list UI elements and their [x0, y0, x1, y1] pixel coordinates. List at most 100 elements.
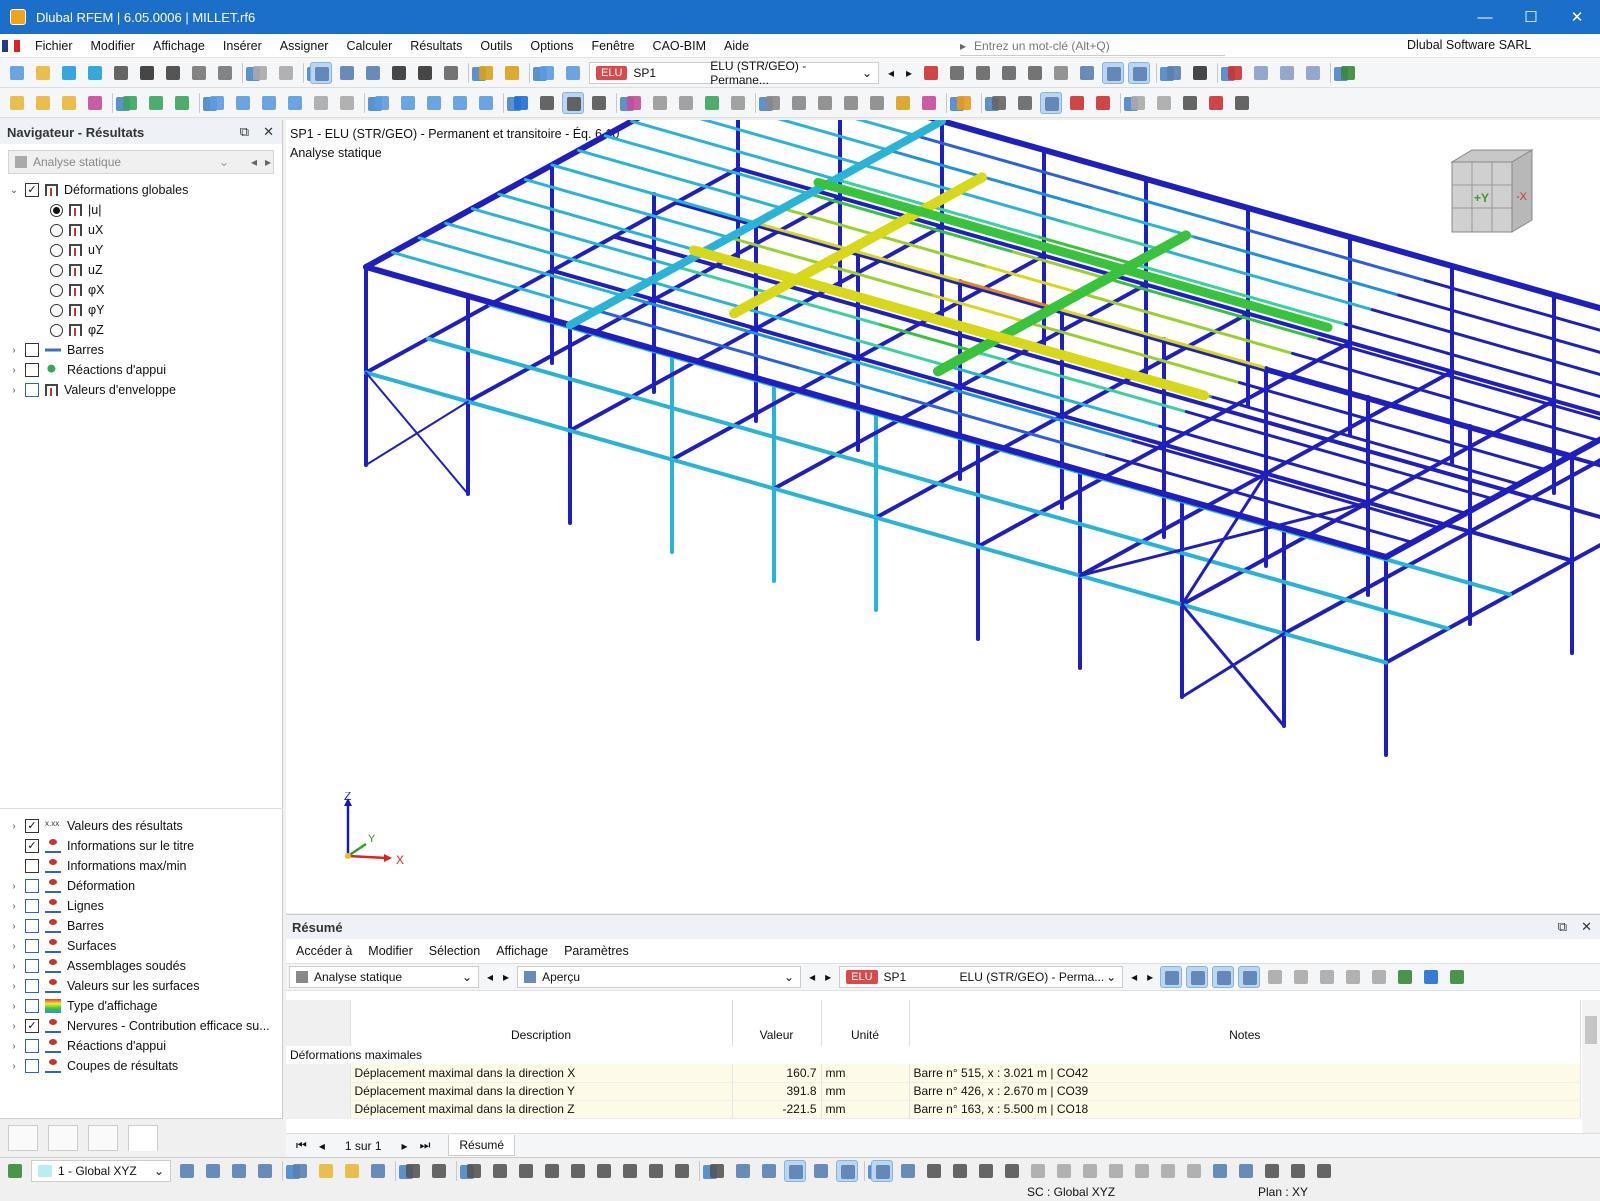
chevron-right-icon[interactable]: › — [8, 981, 20, 992]
checkbox[interactable] — [25, 959, 39, 973]
box-icon[interactable] — [1250, 62, 1272, 84]
snap-points-icon[interactable] — [758, 1160, 780, 1182]
display-item-info-maxmin[interactable]: Informations max/min — [0, 856, 283, 876]
coordinate-system-icon[interactable] — [1337, 62, 1359, 84]
line-support-icon[interactable] — [145, 92, 167, 114]
col-valeur[interactable]: Valeur — [732, 1000, 822, 1046]
radio[interactable] — [50, 303, 63, 317]
support-icon[interactable] — [119, 92, 141, 114]
target-icon[interactable] — [1105, 1160, 1127, 1182]
lines-view-icon[interactable] — [341, 1160, 363, 1182]
display-item-reactions[interactable]: › Réactions d'appui — [0, 1036, 283, 1056]
midpoint-icon[interactable] — [1157, 1160, 1179, 1182]
columns-icon[interactable] — [1368, 966, 1390, 988]
tables-icon[interactable] — [336, 62, 358, 84]
checkbox[interactable] — [25, 1059, 39, 1073]
next-arrow-icon[interactable]: ▸ — [825, 970, 831, 984]
frame-view-icon[interactable] — [562, 91, 584, 114]
chevron-down-icon[interactable]: ⌄ — [8, 185, 20, 196]
checkbox[interactable] — [25, 343, 39, 357]
dimension-line-icon[interactable] — [463, 1160, 485, 1182]
intersection-icon[interactable] — [1131, 1160, 1153, 1182]
perpendicular-icon[interactable] — [1001, 1160, 1023, 1182]
table-row[interactable]: Déplacement maximal dans la direction Y … — [286, 1082, 1581, 1101]
script-icon[interactable] — [414, 62, 436, 84]
surface-view-icon[interactable] — [254, 1160, 276, 1182]
undock-icon[interactable]: ⧉ — [1558, 919, 1567, 935]
symmetry-icon[interactable] — [1179, 92, 1201, 114]
snap-grid-icon[interactable] — [732, 1160, 754, 1182]
grid-snap-icon[interactable] — [988, 92, 1010, 114]
line-style-icon[interactable] — [762, 92, 784, 114]
box-wire-icon[interactable] — [1302, 62, 1324, 84]
square-icon[interactable] — [923, 1160, 945, 1182]
next-arrow-icon[interactable]: ▸ — [503, 970, 509, 984]
snap-lines-icon[interactable] — [810, 1160, 832, 1182]
menu-aide[interactable]: Aide — [715, 39, 758, 53]
load-icon[interactable] — [206, 92, 228, 114]
show-results-icon[interactable] — [1212, 966, 1235, 988]
member-icon[interactable] — [58, 92, 80, 114]
scale-icon[interactable] — [1189, 62, 1211, 84]
link-icon[interactable] — [1160, 966, 1183, 988]
node-icon[interactable] — [6, 92, 28, 114]
move-icon[interactable] — [336, 92, 358, 114]
line-style-2-icon[interactable] — [788, 92, 810, 114]
open-folder-icon[interactable] — [32, 62, 54, 84]
numbering-icon[interactable] — [289, 1160, 311, 1182]
menu-options[interactable]: Options — [521, 39, 582, 53]
checkbox[interactable] — [25, 819, 39, 833]
print-preview-icon[interactable] — [110, 62, 132, 84]
tree-item-phiy[interactable]: φY — [0, 300, 283, 320]
checkbox[interactable] — [25, 899, 39, 913]
menu-calculer[interactable]: Calculer — [337, 39, 401, 53]
last-page-icon[interactable]: ⏭ — [420, 1138, 431, 1153]
box-transparent-icon[interactable] — [1276, 62, 1298, 84]
model-viewport[interactable]: SP1 - ELU (STR/GEO) - Permanent et trans… — [286, 120, 1600, 913]
surface-results-icon[interactable] — [649, 92, 671, 114]
summary-menu-selection[interactable]: Sélection — [421, 944, 488, 958]
menu-outils[interactable]: Outils — [471, 39, 521, 53]
save-icon[interactable] — [136, 62, 158, 84]
dimension-icon[interactable] — [371, 92, 393, 114]
checkbox[interactable] — [25, 383, 39, 397]
next-page-icon[interactable]: ▸ — [402, 1139, 408, 1153]
box-x-icon[interactable] — [975, 1160, 997, 1182]
menu-fenetre[interactable]: Fenêtre — [582, 39, 643, 53]
tree-item-ux[interactable]: uX — [0, 220, 283, 240]
endpoint-icon[interactable] — [1183, 1160, 1205, 1182]
table-3-icon[interactable] — [1316, 966, 1338, 988]
surface-icon[interactable] — [84, 92, 106, 114]
member-view-icon[interactable] — [176, 1160, 198, 1182]
display-item-deformation[interactable]: › Déformation — [0, 876, 283, 896]
copy-icon[interactable] — [310, 92, 332, 114]
frame-icon[interactable] — [258, 92, 280, 114]
chevron-right-icon[interactable]: › — [8, 901, 20, 912]
line-icon[interactable] — [32, 92, 54, 114]
display-item-assemblages[interactable]: › Assemblages soudés — [0, 956, 283, 976]
display-item-valeurs-surfaces[interactable]: › Valeurs sur les surfaces — [0, 976, 283, 996]
chevron-right-icon[interactable]: › — [8, 1061, 20, 1072]
menu-cao-bim[interactable]: CAO-BIM — [644, 39, 715, 53]
deformation-icon[interactable] — [998, 62, 1020, 84]
summary-view-select[interactable]: Aperçu ⌄ — [517, 966, 802, 988]
highlight-icon[interactable] — [892, 92, 914, 114]
chevron-right-icon[interactable]: › — [8, 1021, 20, 1032]
circle-x-icon[interactable] — [949, 1160, 971, 1182]
select-icon[interactable] — [402, 1160, 424, 1182]
undock-icon[interactable]: ⧉ — [240, 124, 249, 140]
checkbox[interactable] — [25, 979, 39, 993]
delete-results-icon[interactable] — [1224, 62, 1246, 84]
summary-menu-acceder[interactable]: Accéder à — [288, 944, 360, 958]
chevron-right-icon[interactable]: › — [8, 345, 20, 356]
list-icon[interactable] — [440, 62, 462, 84]
results-tab-icon[interactable] — [128, 1124, 158, 1151]
console-icon[interactable] — [388, 62, 410, 84]
document-icon[interactable] — [214, 62, 236, 84]
data-tab-icon[interactable] — [8, 1124, 38, 1151]
close-button[interactable]: ✕ — [1554, 0, 1600, 34]
tree-item-uy[interactable]: uY — [0, 240, 283, 260]
next-arrow-icon[interactable]: ▸ — [906, 66, 912, 80]
tree-item-phix[interactable]: φX — [0, 280, 283, 300]
filter-icon[interactable] — [1420, 966, 1442, 988]
